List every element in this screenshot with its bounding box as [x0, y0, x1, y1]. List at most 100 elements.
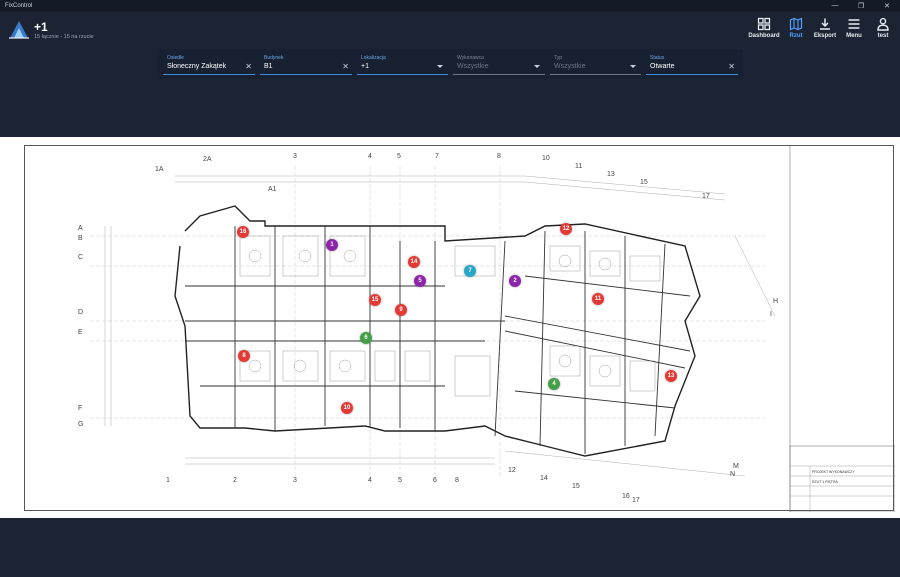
grid-label: 8 — [497, 153, 501, 160]
grid-label: 11 — [575, 163, 582, 170]
nav-eksport-label: Eksport — [813, 33, 837, 39]
issue-marker[interactable]: 8 — [238, 350, 250, 362]
grid-label: 12 — [508, 467, 516, 474]
nav-user[interactable]: test — [870, 17, 896, 39]
issue-marker[interactable]: 11 — [592, 293, 604, 305]
dropdown-arrow-icon — [437, 65, 443, 68]
issue-marker[interactable]: 15 — [369, 294, 381, 306]
grid-label: 4 — [368, 153, 372, 160]
grid-label: 17 — [632, 497, 640, 504]
minimize-button[interactable]: — — [822, 0, 848, 11]
grid-label: 3 — [293, 153, 297, 160]
filter-wykonawca[interactable]: Wykonawca Wszystkie — [453, 53, 545, 75]
nav-eksport[interactable]: Eksport — [812, 17, 838, 39]
filter-typ-label: Typ — [554, 55, 563, 61]
app-logo-icon — [9, 21, 29, 39]
grid-label: 5 — [397, 153, 401, 160]
grid-label: 5 — [398, 477, 402, 484]
issue-marker[interactable]: 6 — [360, 332, 372, 344]
issue-marker[interactable]: 12 — [560, 223, 572, 235]
filter-status-label: Status — [650, 55, 665, 61]
nav-dashboard[interactable]: Dashboard — [748, 17, 780, 39]
location-title: +1 — [34, 20, 48, 34]
grid-label: 17 — [702, 193, 710, 200]
issue-marker[interactable]: 4 — [548, 378, 560, 390]
grid-label: C — [78, 254, 83, 261]
grid-label: N — [730, 471, 735, 478]
floor-plan-viewer[interactable]: PROJEKT WYKONAWCZY RZUT 1 PIĘTRA 1A 2A A… — [0, 137, 900, 518]
clear-icon[interactable]: ✕ — [245, 62, 252, 71]
window-title: FixControl — [5, 2, 33, 9]
filter-status[interactable]: Status Otwarte ✕ — [646, 53, 738, 75]
filter-budynek-value: B1 — [264, 63, 273, 70]
nav-menu-label: Menu — [846, 33, 862, 39]
close-button[interactable]: ✕ — [874, 0, 900, 11]
grid-label: G — [78, 421, 83, 428]
issue-marker[interactable]: 9 — [395, 304, 407, 316]
grid-label: 8 — [455, 477, 459, 484]
grid-label: 15 — [640, 179, 648, 186]
filter-osiedle-value: Słoneczny Zakątek — [167, 63, 227, 70]
clear-icon[interactable]: ✕ — [342, 62, 349, 71]
grid-label: H — [773, 298, 778, 305]
grid-label: 10 — [542, 155, 550, 162]
issue-marker[interactable]: 10 — [341, 402, 353, 414]
filter-status-value: Otwarte — [650, 63, 675, 70]
nav-rzut-label: Rzut — [789, 33, 803, 39]
user-icon — [877, 17, 889, 31]
filter-lokalizacja-value: +1 — [361, 63, 369, 70]
app-header: +1 15 łącznie - 15 na rzucie Dashboard R — [0, 11, 900, 49]
dropdown-arrow-icon — [534, 65, 540, 68]
nav-rzut[interactable]: Rzut — [783, 17, 809, 39]
grid-label: 4 — [368, 477, 372, 484]
grid-label: 1A — [155, 166, 164, 173]
filter-lokalizacja[interactable]: Lokalizacja +1 — [357, 53, 448, 75]
issue-marker[interactable]: 7 — [464, 265, 476, 277]
filter-bar: Osiedle Słoneczny Zakątek ✕ Budynek B1 ✕… — [157, 49, 743, 79]
dashboard-icon — [757, 17, 771, 31]
grid-label: 6 — [433, 477, 437, 484]
filter-wykonawca-value: Wszystkie — [457, 63, 489, 70]
title-bar: FixControl — ❐ ✕ — [0, 0, 900, 11]
filter-budynek-label: Budynek — [264, 55, 284, 61]
title-block-project: PROJEKT WYKONAWCZY — [812, 470, 855, 474]
issue-marker[interactable]: 13 — [665, 370, 677, 382]
issue-marker[interactable]: 16 — [237, 226, 249, 238]
grid-label: 14 — [540, 475, 548, 482]
title-block-sheet: RZUT 1 PIĘTRA — [812, 480, 838, 484]
filter-budynek[interactable]: Budynek B1 ✕ — [260, 53, 352, 75]
grid-label: E — [78, 329, 83, 336]
issue-marker[interactable]: 2 — [509, 275, 521, 287]
issue-marker[interactable]: 14 — [408, 256, 420, 268]
app-window: FixControl — ❐ ✕ +1 15 łącznie - 15 na r… — [0, 0, 900, 577]
nav-user-label: test — [877, 33, 889, 39]
top-nav: Dashboard Rzut Eksport Menu test — [745, 17, 896, 39]
issue-marker[interactable]: 1 — [326, 239, 338, 251]
menu-icon — [848, 19, 860, 29]
issues-count: 15 łącznie - 15 na rzucie — [34, 34, 94, 40]
filter-wykonawca-label: Wykonawca — [457, 55, 484, 61]
drawing-sheet: PROJEKT WYKONAWCZY RZUT 1 PIĘTRA 1A 2A A… — [24, 145, 895, 512]
filter-lokalizacja-label: Lokalizacja — [361, 55, 386, 61]
dropdown-arrow-icon — [630, 65, 636, 68]
grid-label: 1 — [166, 477, 170, 484]
clear-icon[interactable]: ✕ — [728, 62, 735, 71]
nav-dashboard-label: Dashboard — [748, 33, 780, 39]
filter-typ[interactable]: Typ Wszystkie — [550, 53, 641, 75]
grid-label: 2A — [203, 156, 212, 163]
grid-label: 3 — [293, 477, 297, 484]
grid-label: 13 — [607, 171, 615, 178]
grid-label: 7 — [435, 153, 439, 160]
grid-label: F — [78, 405, 82, 412]
grid-label: I — [770, 311, 772, 318]
grid-label: A1 — [268, 186, 277, 193]
nav-menu[interactable]: Menu — [841, 17, 867, 39]
maximize-button[interactable]: ❐ — [848, 0, 874, 11]
map-icon — [789, 17, 803, 31]
grid-label: A — [78, 225, 83, 232]
floor-plan-drawing: PROJEKT WYKONAWCZY RZUT 1 PIĘTRA 1A 2A A… — [78, 146, 895, 512]
issue-marker[interactable]: 5 — [414, 275, 426, 287]
grid-label: 15 — [572, 483, 580, 490]
filter-osiedle[interactable]: Osiedle Słoneczny Zakątek ✕ — [163, 53, 255, 75]
filter-osiedle-label: Osiedle — [167, 55, 184, 61]
